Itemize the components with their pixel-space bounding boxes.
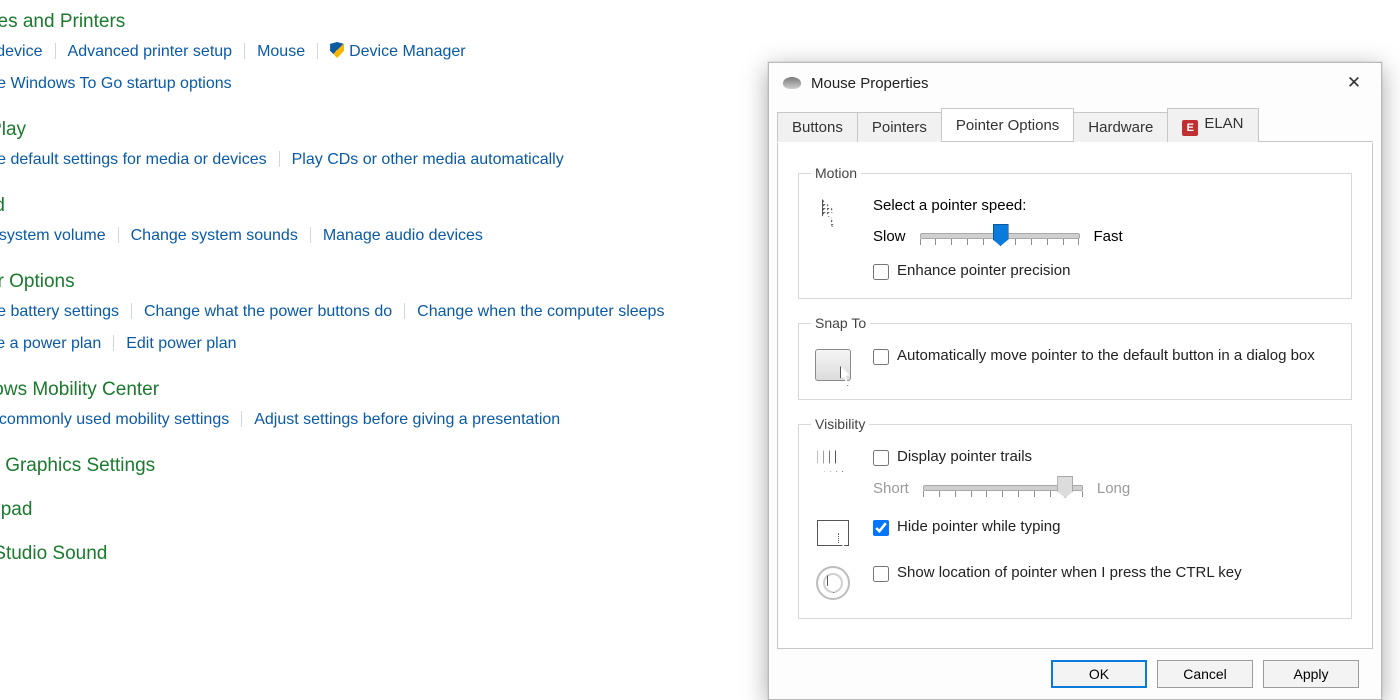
snap-to-checkbox[interactable]: Automatically move pointer to the defaul… (873, 347, 1339, 365)
link-separator (55, 43, 56, 59)
control-panel-link[interactable]: Play CDs or other media automatically (292, 151, 564, 168)
elan-icon: E (1182, 120, 1198, 136)
link-separator (118, 227, 119, 243)
trails-length-slider (923, 476, 1083, 500)
link-separator (279, 151, 280, 167)
control-panel-link[interactable]: Choose a power plan (0, 335, 101, 352)
dialog-tabs: ButtonsPointersPointer OptionsHardwareEE… (777, 109, 1373, 142)
control-panel-link[interactable]: Mouse (257, 43, 305, 60)
pointer-speed-label: Select a pointer speed: (873, 197, 1339, 214)
dialog-title: Mouse Properties (811, 75, 929, 92)
tab-hardware[interactable]: Hardware (1073, 112, 1168, 142)
visibility-legend: Visibility (811, 416, 869, 432)
link-separator (113, 335, 114, 351)
category-title[interactable]: Power Options (0, 270, 770, 294)
snap-to-icon (815, 349, 851, 381)
control-panel-link[interactable]: Adjust system volume (0, 227, 106, 244)
display-trails-checkbox[interactable]: Display pointer trails (873, 448, 1339, 466)
category-title[interactable]: Devices and Printers (0, 10, 770, 34)
motion-legend: Motion (811, 165, 861, 181)
apply-button[interactable]: Apply (1263, 660, 1359, 688)
close-icon[interactable]: ✕ (1335, 68, 1373, 98)
link-separator (317, 43, 318, 59)
ctrl-locate-icon (816, 566, 850, 600)
shield-icon (330, 42, 344, 58)
control-panel-link[interactable]: Device Manager (330, 43, 466, 60)
mouse-properties-dialog: Mouse Properties ✕ ButtonsPointersPointe… (768, 62, 1382, 700)
short-label: Short (873, 480, 909, 497)
control-panel-link[interactable]: Change what the power buttons do (144, 303, 392, 320)
control-panel-link[interactable]: Change system sounds (131, 227, 298, 244)
category-title[interactable]: Intel® Graphics Settings (0, 454, 770, 478)
control-panel-link[interactable]: Manage audio devices (323, 227, 483, 244)
ok-button[interactable]: OK (1051, 660, 1147, 688)
motion-group: Motion Select a pointer speed: Slow Fast (798, 165, 1352, 299)
tab-elan[interactable]: EELAN (1167, 108, 1258, 142)
pointer-speed-slider[interactable] (920, 224, 1080, 248)
dialog-titlebar[interactable]: Mouse Properties ✕ (769, 63, 1381, 103)
link-separator (131, 303, 132, 319)
control-panel-link[interactable]: Change Windows To Go startup options (0, 75, 232, 92)
cancel-button[interactable]: Cancel (1157, 660, 1253, 688)
pointer-trails-icon (817, 450, 849, 476)
pointer-options-panel: Motion Select a pointer speed: Slow Fast (777, 143, 1373, 649)
ctrl-locate-checkbox[interactable]: Show location of pointer when I press th… (873, 564, 1339, 582)
tab-pointers[interactable]: Pointers (857, 112, 942, 142)
control-panel-link[interactable]: Adjust commonly used mobility settings (0, 411, 229, 428)
control-panel-link[interactable]: Adjust settings before giving a presenta… (254, 411, 560, 428)
hide-typing-icon (817, 520, 849, 546)
link-separator (404, 303, 405, 319)
hide-while-typing-checkbox[interactable]: Hide pointer while typing (873, 518, 1339, 536)
control-panel-link[interactable]: Advanced printer setup (68, 43, 233, 60)
category-title[interactable]: Touchpad (0, 498, 770, 522)
category-title[interactable]: Sound (0, 194, 770, 218)
category-title[interactable]: DTS Studio Sound (0, 542, 770, 566)
dialog-button-bar: OK Cancel Apply (777, 653, 1373, 695)
enhance-precision-checkbox[interactable]: Enhance pointer precision (873, 262, 1339, 280)
snap-legend: Snap To (811, 315, 870, 331)
control-panel-link[interactable]: Add a device (0, 43, 43, 60)
link-separator (241, 411, 242, 427)
link-separator (244, 43, 245, 59)
tab-buttons[interactable]: Buttons (777, 112, 858, 142)
tab-pointer-options[interactable]: Pointer Options (941, 108, 1074, 141)
control-panel-categories: Devices and Printers Add a device Advanced… (0, 0, 770, 570)
control-panel-link[interactable]: Edit power plan (126, 335, 236, 352)
category-title[interactable]: AutoPlay (0, 118, 770, 142)
fast-label: Fast (1094, 228, 1123, 245)
control-panel-link[interactable]: Change default settings for media or dev… (0, 151, 267, 168)
long-label: Long (1097, 480, 1130, 497)
control-panel-link[interactable]: Change battery settings (0, 303, 119, 320)
link-separator (310, 227, 311, 243)
pointer-speed-icon (822, 199, 844, 227)
snap-to-group: Snap To Automatically move pointer to th… (798, 315, 1352, 400)
mouse-icon (783, 77, 801, 89)
visibility-group: Visibility Display pointer trails Short (798, 416, 1352, 619)
control-panel-link[interactable]: Change when the computer sleeps (417, 303, 664, 320)
slow-label: Slow (873, 228, 906, 245)
category-title[interactable]: Windows Mobility Center (0, 378, 770, 402)
